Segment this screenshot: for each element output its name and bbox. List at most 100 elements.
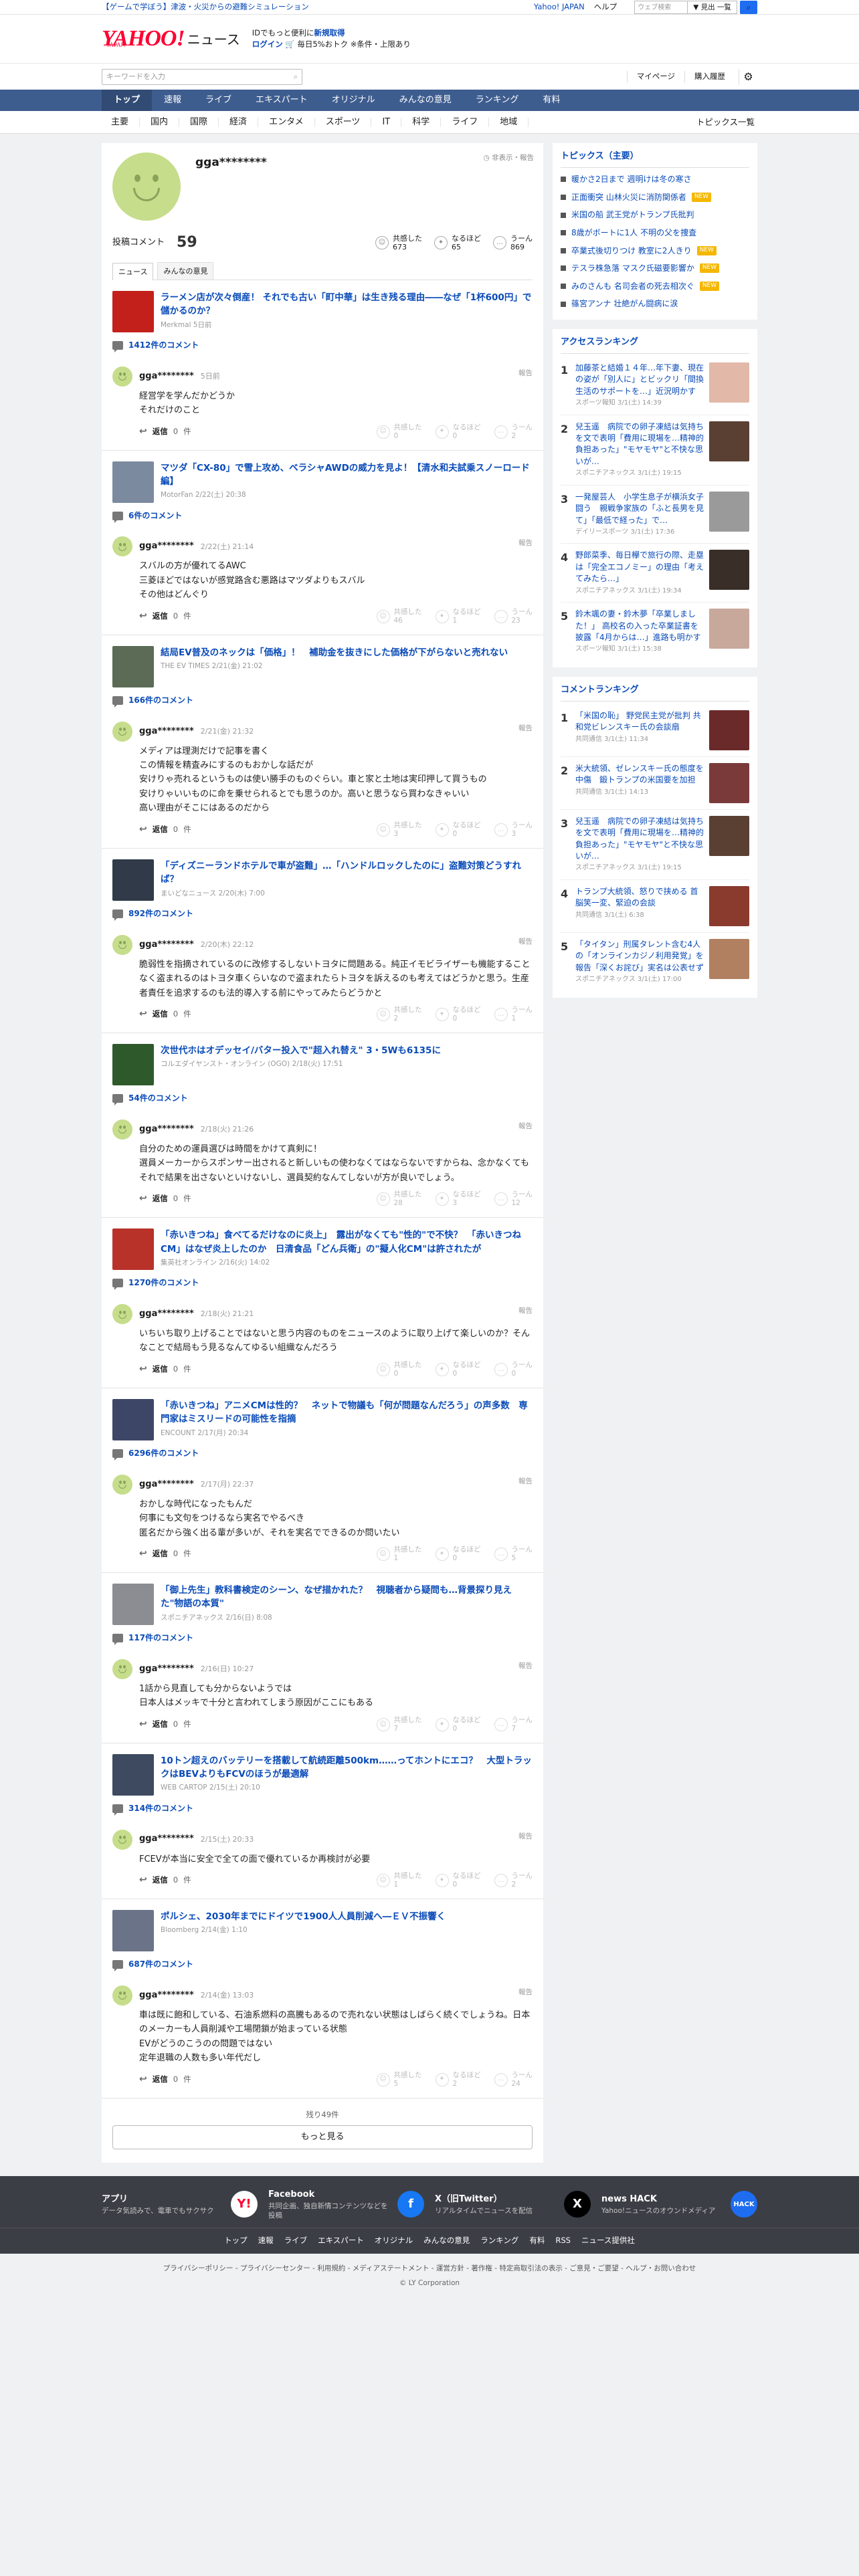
- article-thumbnail[interactable]: [112, 1228, 154, 1271]
- reply-button[interactable]: ↩ 返信 0 件: [139, 1873, 191, 1888]
- comment-count-link[interactable]: 6件のコメント: [112, 510, 533, 523]
- category-item[interactable]: 国内: [140, 118, 180, 127]
- yahoo-news-logo[interactable]: YAHOO! JAPAN ニュース: [102, 27, 240, 50]
- footer-link[interactable]: オリジナル: [375, 2236, 413, 2245]
- reaction-button[interactable]: … うーん 24: [494, 2071, 533, 2088]
- topic-item[interactable]: 8歳がボートに1人 不明の父を捜査: [561, 224, 749, 242]
- main-nav-item[interactable]: オリジナル: [320, 90, 387, 111]
- footer-link[interactable]: みんなの意見: [423, 2236, 470, 2245]
- comment-count-link[interactable]: 54件のコメント: [112, 1092, 533, 1105]
- reaction-button[interactable]: … うーん 0: [494, 1361, 533, 1378]
- article-thumbnail[interactable]: [112, 1910, 154, 1952]
- search-icon[interactable]: ⌕: [294, 71, 298, 82]
- register-link[interactable]: 新規取得: [314, 28, 345, 37]
- reaction-button[interactable]: … うーん 2: [494, 423, 533, 441]
- comment-username[interactable]: gga********: [139, 370, 194, 383]
- article-thumbnail[interactable]: [112, 291, 154, 333]
- help-link[interactable]: ヘルプ: [594, 1, 617, 13]
- comment-count-link[interactable]: 6296件のコメント: [112, 1447, 533, 1461]
- reply-button[interactable]: ↩ 返信 0 件: [139, 2072, 191, 2087]
- reaction-button[interactable]: ✦ なるほど 0: [435, 1361, 481, 1378]
- article-thumbnail[interactable]: [112, 1044, 154, 1086]
- legal-links[interactable]: プライバシーポリシー - プライバシーセンター - 利用規約 - メディアステー…: [0, 2254, 859, 2278]
- article-title[interactable]: 10トン超えのバッテリーを搭載して航続距離500km……ってホントにエコ？ 大型…: [161, 1754, 533, 1782]
- article-title[interactable]: 「赤いきつね」アニメCMは性的？ ネットで物議も「何が問題なんだろう」の声多数 …: [161, 1399, 533, 1426]
- category-item[interactable]: 国際: [179, 118, 219, 127]
- article-title[interactable]: 結局EV普及のネックは「価格」！ 補助金を抜きにした価格が下がらないと売れない: [161, 646, 508, 659]
- comment-username[interactable]: gga********: [139, 1123, 194, 1136]
- category-item[interactable]: エンタメ: [258, 118, 315, 127]
- report-link[interactable]: 報告: [518, 1305, 533, 1316]
- article-title[interactable]: 「ディズニーランドホテルで車が盗難」…「ハンドルロックしたのに」盗難対策どうすれ…: [161, 859, 533, 887]
- login-link[interactable]: ログイン: [252, 39, 283, 49]
- reaction-button[interactable]: ✦ なるほど 0: [435, 1872, 481, 1889]
- reply-button[interactable]: ↩ 返信 0 件: [139, 609, 191, 624]
- reaction-button[interactable]: ☺ 共感した 46: [376, 608, 422, 625]
- reaction-button[interactable]: ✦ なるほど 0: [435, 423, 481, 441]
- footer-card[interactable]: アプリ データ気読みで、電車でもサクサク Y!: [102, 2188, 258, 2222]
- ranking-item[interactable]: 5 鈴木颯の妻・鈴木夢「卒業しました！」 高校名の入った卒業証書を披露「4月からは…: [561, 603, 749, 661]
- mypage-link[interactable]: マイページ: [626, 71, 684, 83]
- keyword-search-input[interactable]: キーワードを入力 ⌕: [102, 69, 302, 85]
- article-title[interactable]: 次世代ホはオデッセイ/バター投入で"超入れ替え" 3・5Wも6135に: [161, 1044, 441, 1057]
- comment-username[interactable]: gga********: [139, 1989, 194, 2002]
- ranking-item[interactable]: 2 米大統領、ゼレンスキー氏の態度を中傷 鍛トランプの米国要を加担 共同通信 3/1…: [561, 757, 749, 810]
- reaction-button[interactable]: ☺ 共感した 2: [376, 1006, 422, 1023]
- points-promo[interactable]: 毎日5%おトク ※条件・上限あり: [297, 39, 411, 49]
- category-item[interactable]: 経済: [219, 118, 259, 127]
- hide-report-link[interactable]: ◷ 非表示・報告: [483, 152, 534, 163]
- category-item[interactable]: 科学: [401, 118, 442, 127]
- footer-link[interactable]: RSS: [555, 2236, 571, 2245]
- ranking-item[interactable]: 5 「タイタン」刑属タレント含む4人の「オンラインカジノ利用発覚」を報告「深くお詫…: [561, 933, 749, 991]
- main-nav-item[interactable]: トップ: [102, 90, 153, 111]
- reaction-button[interactable]: … うーん 1: [494, 1006, 533, 1023]
- main-nav-item[interactable]: みんなの意見: [387, 90, 464, 111]
- comment-username[interactable]: gga********: [139, 540, 194, 553]
- topic-item[interactable]: テスラ株急落 マスク氏磁要影響か NEW: [561, 259, 749, 278]
- reaction-button[interactable]: ☺ 共感した 3: [376, 821, 422, 839]
- reaction-button[interactable]: ✦ なるほど 0: [435, 1545, 481, 1563]
- topic-item[interactable]: みのさんも 名司会者の死去相次ぐ NEW: [561, 278, 749, 296]
- report-link[interactable]: 報告: [518, 1660, 533, 1671]
- reply-button[interactable]: ↩ 返信 0 件: [139, 1007, 191, 1022]
- comment-username[interactable]: gga********: [139, 1832, 194, 1846]
- reply-button[interactable]: ↩ 返信 0 件: [139, 1192, 191, 1206]
- comment-username[interactable]: gga********: [139, 725, 194, 738]
- load-more-button[interactable]: もっと見る: [112, 2125, 533, 2149]
- reaction-button[interactable]: ☺ 共感した 5: [376, 2071, 422, 2088]
- main-nav-item[interactable]: エキスパート: [244, 90, 320, 111]
- reaction-button[interactable]: ✦ なるほど 0: [435, 821, 481, 839]
- footer-card[interactable]: Facebook 共同企画、独自新情コンテンツなどを投稿 f: [268, 2188, 424, 2222]
- article-title[interactable]: ラーメン店が次々倒産！ それでも古い「町中華」は生き残る理由――なぜ「1杯600…: [161, 291, 533, 318]
- article-title[interactable]: ポルシェ、2030年までにドイツで1900人人員削減へ―ＥＶ不振響く: [161, 1910, 446, 1923]
- reply-button[interactable]: ↩ 返信 0 件: [139, 425, 191, 439]
- report-link[interactable]: 報告: [518, 1987, 533, 1998]
- reaction-button[interactable]: … うーん 12: [494, 1190, 533, 1208]
- reaction-button[interactable]: ☺ 共感した 28: [376, 1190, 422, 1208]
- report-link[interactable]: 報告: [518, 368, 533, 379]
- main-nav-item[interactable]: ランキング: [464, 90, 531, 111]
- comment-count-link[interactable]: 1270件のコメント: [112, 1277, 533, 1291]
- reply-button[interactable]: ↩ 返信 0 件: [139, 823, 191, 837]
- report-link[interactable]: 報告: [518, 1476, 533, 1487]
- reaction-button[interactable]: ✦ なるほど 0: [435, 1006, 481, 1023]
- ranking-item[interactable]: 3 一発屋芸人 小学生息子が横浜女子闘う 親戦争家族の「ふと長男を見て」「最低で経…: [561, 486, 749, 544]
- ranking-item[interactable]: 1 加藤茶と結婚１４年…年下妻、現在の姿が「別人に」とビックリ「間換生活のサポート…: [561, 356, 749, 415]
- article-thumbnail[interactable]: [112, 1584, 154, 1626]
- comment-username[interactable]: gga********: [139, 938, 194, 952]
- category-item[interactable]: スポーツ: [315, 118, 372, 127]
- footer-link[interactable]: エキスパート: [318, 2236, 364, 2245]
- report-link[interactable]: 報告: [518, 723, 533, 734]
- article-thumbnail[interactable]: [112, 1753, 154, 1796]
- web-search-input[interactable]: ウェブ検索: [634, 1, 688, 14]
- comment-username[interactable]: gga********: [139, 1662, 194, 1676]
- report-link[interactable]: 報告: [518, 1831, 533, 1842]
- ranking-item[interactable]: 3 兒玉遥 病院での卵子凍結は気持ちを文で表明「費用に現場を…精神的負担あった」"…: [561, 810, 749, 880]
- article-thumbnail[interactable]: [112, 1399, 154, 1441]
- reaction-button[interactable]: ✦ なるほど 1: [435, 608, 481, 625]
- ranking-item[interactable]: 4 野郎菜季、毎日欅で旅行の際、走塁は「完全エコノミー」の理由「考えてみたら…」ス…: [561, 544, 749, 603]
- reply-button[interactable]: ↩ 返信 0 件: [139, 1362, 191, 1377]
- reaction-button[interactable]: … うーん 2: [494, 1872, 533, 1889]
- article-thumbnail[interactable]: [112, 859, 154, 901]
- footer-card[interactable]: X（旧Twitter） リアルタイムでニュースを配信 X: [435, 2188, 591, 2222]
